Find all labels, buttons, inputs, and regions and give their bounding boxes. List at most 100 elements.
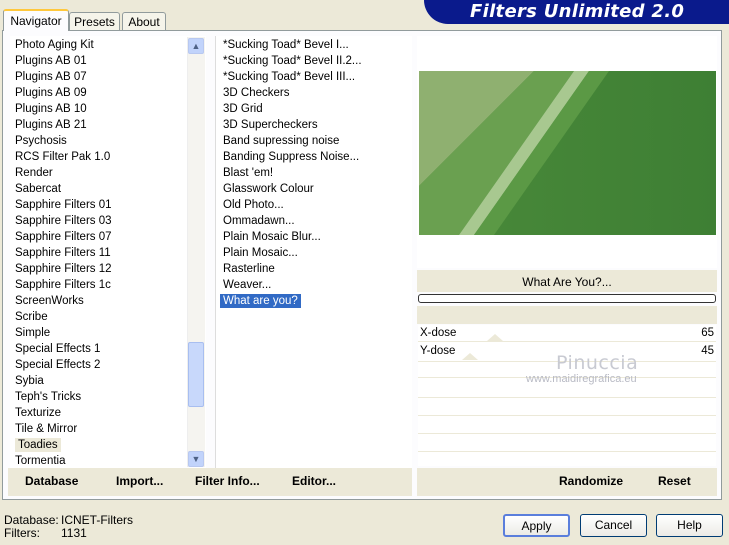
filters-count-label: Filters:: [4, 526, 40, 540]
category-item-label: Tile & Mirror: [15, 423, 78, 435]
category-item-label: Special Effects 1: [15, 343, 101, 355]
filter-item[interactable]: Banding Suppress Noise...: [218, 149, 412, 165]
category-list[interactable]: Photo Aging Kit Plugins AB 01 Plugins AB 0…: [10, 36, 206, 468]
filter-list[interactable]: *Sucking Toad* Bevel I... *Sucking Toad* …: [215, 36, 412, 468]
category-item[interactable]: Toadies: [10, 437, 206, 453]
filter-item-label: 3D Grid: [223, 103, 263, 115]
category-item-label: Plugins AB 21: [15, 119, 87, 131]
param-y-dose-value[interactable]: 45: [690, 345, 714, 357]
category-item-label: Toadies: [15, 438, 61, 452]
category-item-label: Simple: [15, 327, 51, 339]
filter-item[interactable]: Blast 'em!: [218, 165, 412, 181]
database-button[interactable]: Database: [25, 474, 78, 488]
filter-item[interactable]: Plain Mosaic Blur...: [218, 229, 412, 245]
category-item[interactable]: Sapphire Filters 11: [10, 245, 206, 261]
reset-button[interactable]: Reset: [658, 474, 691, 488]
param-x-dose-slider[interactable]: [487, 334, 503, 341]
category-item[interactable]: Tile & Mirror: [10, 421, 206, 437]
preview-image: [419, 71, 716, 235]
category-item-label: Sapphire Filters 1c: [15, 279, 111, 291]
category-item[interactable]: Plugins AB 09: [10, 85, 206, 101]
filter-info-button[interactable]: Filter Info...: [195, 474, 260, 488]
category-item[interactable]: Simple: [10, 325, 206, 341]
category-item[interactable]: Photo Aging Kit: [10, 37, 206, 53]
filter-item-label: Blast 'em!: [223, 167, 274, 179]
scroll-down-icon[interactable]: ▼: [188, 451, 204, 467]
filter-item-label: Old Photo...: [223, 199, 284, 211]
category-item-label: Sabercat: [15, 183, 62, 195]
filter-item[interactable]: 3D Checkers: [218, 85, 412, 101]
filter-item[interactable]: Rasterline: [218, 261, 412, 277]
randomize-button[interactable]: Randomize: [559, 474, 623, 488]
category-item[interactable]: RCS Filter Pak 1.0: [10, 149, 206, 165]
category-item-label: Sapphire Filters 03: [15, 215, 112, 227]
category-item[interactable]: Sapphire Filters 1c: [10, 277, 206, 293]
brand-title: Filters Unlimited 2.0: [470, 1, 685, 22]
param-x-dose-value[interactable]: 65: [690, 327, 714, 339]
category-item[interactable]: Plugins AB 01: [10, 53, 206, 69]
filter-item[interactable]: Glasswork Colour: [218, 181, 412, 197]
category-item-label: Tormentia: [15, 455, 66, 467]
category-item[interactable]: Render: [10, 165, 206, 181]
scroll-thumb[interactable]: [188, 342, 204, 407]
filter-item[interactable]: Ommadawn...: [218, 213, 412, 229]
category-item[interactable]: Psychosis: [10, 133, 206, 149]
filter-item-label: *Sucking Toad* Bevel III...: [223, 71, 356, 83]
category-item[interactable]: Special Effects 1: [10, 341, 206, 357]
filter-item[interactable]: What are you?: [218, 293, 412, 309]
filter-item[interactable]: 3D Supercheckers: [218, 117, 412, 133]
category-item[interactable]: Sapphire Filters 07: [10, 229, 206, 245]
filter-item[interactable]: Old Photo...: [218, 197, 412, 213]
category-item[interactable]: Tormentia: [10, 453, 206, 468]
progress-bar: [418, 294, 716, 303]
category-item[interactable]: Plugins AB 10: [10, 101, 206, 117]
tab-navigator[interactable]: Navigator: [3, 9, 69, 31]
cancel-button[interactable]: Cancel: [580, 514, 647, 537]
import-button[interactable]: Import...: [116, 474, 163, 488]
category-item-label: Psychosis: [15, 135, 67, 147]
tab-about[interactable]: About: [122, 12, 166, 30]
category-item[interactable]: Teph's Tricks: [10, 389, 206, 405]
filter-item[interactable]: *Sucking Toad* Bevel II.2...: [218, 53, 412, 69]
category-item[interactable]: Scribe: [10, 309, 206, 325]
filter-item[interactable]: 3D Grid: [218, 101, 412, 117]
category-item-label: Plugins AB 01: [15, 55, 87, 67]
filter-item-label: What are you?: [220, 294, 301, 308]
category-item[interactable]: Sapphire Filters 03: [10, 213, 206, 229]
category-item-label: Sapphire Filters 07: [15, 231, 112, 243]
category-item[interactable]: Sabercat: [10, 181, 206, 197]
filter-item[interactable]: Band supressing noise: [218, 133, 412, 149]
category-item[interactable]: Plugins AB 07: [10, 69, 206, 85]
category-item[interactable]: Plugins AB 21: [10, 117, 206, 133]
filter-item[interactable]: *Sucking Toad* Bevel III...: [218, 69, 412, 85]
help-button[interactable]: Help: [656, 514, 723, 537]
category-item[interactable]: Special Effects 2: [10, 357, 206, 373]
filter-item[interactable]: Weaver...: [218, 277, 412, 293]
scroll-up-icon[interactable]: ▲: [188, 38, 204, 54]
progress-separator: [417, 306, 717, 324]
apply-button[interactable]: Apply: [503, 514, 570, 537]
parameter-area: [418, 325, 716, 466]
filter-item-label: *Sucking Toad* Bevel I...: [223, 39, 349, 51]
category-item[interactable]: Sybia: [10, 373, 206, 389]
category-item[interactable]: ScreenWorks: [10, 293, 206, 309]
param-y-dose-slider[interactable]: [462, 353, 478, 360]
filter-name: What Are You?...: [522, 275, 612, 289]
editor-button[interactable]: Editor...: [292, 474, 336, 488]
filter-item-label: Ommadawn...: [223, 215, 295, 227]
category-item-label: ScreenWorks: [15, 295, 84, 307]
filter-item[interactable]: Plain Mosaic...: [218, 245, 412, 261]
category-item-label: Sapphire Filters 12: [15, 263, 112, 275]
category-item-label: Render: [15, 167, 53, 179]
filters-count-value: 1131: [61, 526, 87, 540]
filter-item[interactable]: *Sucking Toad* Bevel I...: [218, 37, 412, 53]
category-item[interactable]: Texturize: [10, 405, 206, 421]
category-item[interactable]: Sapphire Filters 12: [10, 261, 206, 277]
category-item-label: Sapphire Filters 11: [15, 247, 111, 259]
category-item-label: Sapphire Filters 01: [15, 199, 112, 211]
category-item[interactable]: Sapphire Filters 01: [10, 197, 206, 213]
tab-presets[interactable]: Presets: [69, 12, 120, 30]
category-scrollbar[interactable]: ▲ ▼: [187, 37, 205, 467]
param-y-dose-label: Y-dose: [420, 345, 456, 357]
filter-item-label: Rasterline: [223, 263, 275, 275]
